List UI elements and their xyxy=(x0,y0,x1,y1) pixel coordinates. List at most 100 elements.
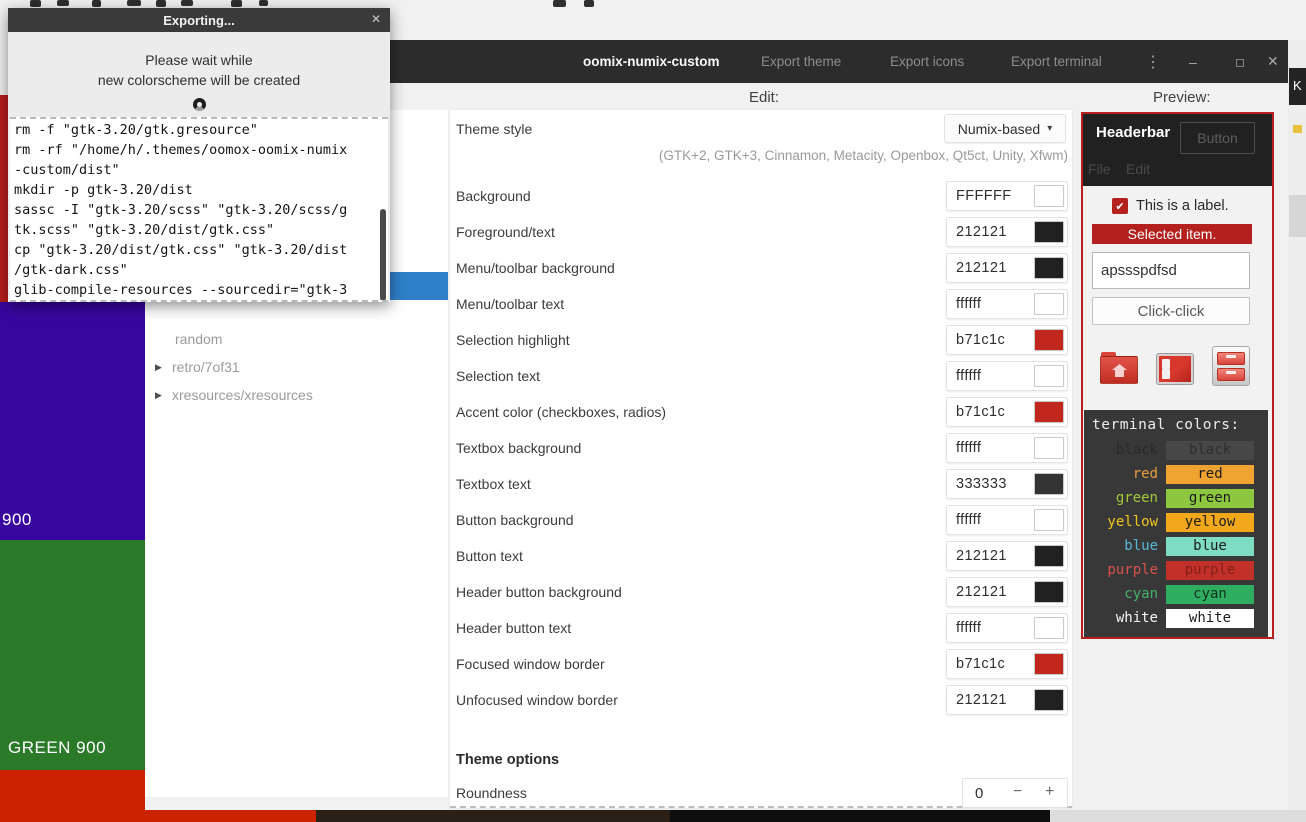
color-swatch[interactable] xyxy=(1034,581,1064,603)
color-swatch[interactable] xyxy=(1034,401,1064,423)
color-row: Selection highlight b71c1c xyxy=(450,325,1072,355)
expander-arrow-icon[interactable]: ▶ xyxy=(155,362,164,373)
color-row: Textbox background ffffff xyxy=(450,433,1072,463)
terminal-color-name: white xyxy=(1084,610,1166,626)
color-value-box[interactable]: ffffff xyxy=(946,505,1068,535)
color-swatch[interactable] xyxy=(1034,473,1064,495)
dialog-message-line1: Please wait while xyxy=(8,52,390,68)
color-value-box[interactable]: ffffff xyxy=(946,361,1068,391)
preview-menu-edit[interactable]: Edit xyxy=(1126,161,1150,177)
minus-icon[interactable]: − xyxy=(1013,783,1022,801)
maximize-icon[interactable]: ◻ xyxy=(1235,40,1245,83)
color-value-box[interactable]: 212121 xyxy=(946,577,1068,607)
color-value-box[interactable]: 212121 xyxy=(946,217,1068,247)
color-swatch[interactable] xyxy=(1034,545,1064,567)
palette-green-label: GREEN 900 xyxy=(8,738,106,758)
color-swatch[interactable] xyxy=(1034,437,1064,459)
terminal-color-row: blue blue xyxy=(1084,534,1268,558)
dialog-scrollbar[interactable] xyxy=(380,209,386,301)
preview-click-button[interactable]: Click-click xyxy=(1092,297,1250,325)
color-value-box[interactable]: FFFFFF xyxy=(946,181,1068,211)
theme-list-item[interactable]: random xyxy=(175,330,222,348)
color-swatch[interactable] xyxy=(1034,329,1064,351)
color-value-box[interactable]: 333333 xyxy=(946,469,1068,499)
color-hex-value: FFFFFF xyxy=(956,188,1012,204)
color-row-label: Foreground/text xyxy=(456,224,555,240)
color-swatch[interactable] xyxy=(1034,617,1064,639)
color-hex-value: ffffff xyxy=(956,512,981,528)
color-value-box[interactable]: 212121 xyxy=(946,541,1068,571)
terminal-color-row: white white xyxy=(1084,606,1268,630)
color-row: Menu/toolbar text ffffff xyxy=(450,289,1072,319)
close-icon[interactable]: ✕ xyxy=(371,12,381,26)
color-value-box[interactable]: ffffff xyxy=(946,289,1068,319)
color-row: Button background ffffff xyxy=(450,505,1072,535)
theme-list-item[interactable]: ▶ xresources/xresources xyxy=(155,386,313,404)
color-value-box[interactable]: ffffff xyxy=(946,433,1068,463)
color-swatch[interactable] xyxy=(1034,509,1064,531)
terminal-color-swatch: red xyxy=(1166,465,1254,484)
roundness-spinbox[interactable]: 0 − + xyxy=(962,778,1068,808)
terminal-color-swatch: blue xyxy=(1166,537,1254,556)
background-window-fragment xyxy=(57,0,69,6)
dialog-titlebar[interactable]: Exporting... ✕ xyxy=(8,8,390,32)
right-window-scrollbar[interactable] xyxy=(1289,195,1306,237)
home-folder-icon[interactable] xyxy=(1100,352,1138,385)
color-row-label: Menu/toolbar background xyxy=(456,260,615,276)
color-value-box[interactable]: b71c1c xyxy=(946,649,1068,679)
export-icons-button[interactable]: Export icons xyxy=(890,40,964,83)
color-row: Menu/toolbar background 212121 xyxy=(450,253,1072,283)
terminal-color-row: cyan cyan xyxy=(1084,582,1268,606)
color-swatch[interactable] xyxy=(1034,293,1064,315)
dialog-message-line2: new colorscheme will be created xyxy=(8,72,390,88)
color-row: Unfocused window border 212121 xyxy=(450,685,1072,715)
color-hex-value: 212121 xyxy=(956,260,1007,276)
color-value-box[interactable]: 212121 xyxy=(946,253,1068,283)
color-value-box[interactable]: b71c1c xyxy=(946,397,1068,427)
background-window-fragment xyxy=(584,0,594,7)
theme-item-label: random xyxy=(175,331,222,347)
export-theme-button[interactable]: Export theme xyxy=(761,40,841,83)
theme-style-dropdown[interactable]: Numix-based ▾ xyxy=(944,114,1066,143)
theme-list-item[interactable]: ▶ retro/7of31 xyxy=(155,358,240,376)
preview-headerbar-button[interactable]: Button xyxy=(1180,122,1255,154)
export-terminal-button[interactable]: Export terminal xyxy=(1011,40,1102,83)
color-swatch[interactable] xyxy=(1034,221,1064,243)
file-cabinet-icon[interactable] xyxy=(1212,346,1250,386)
terminal-color-swatch: black xyxy=(1166,441,1254,460)
color-swatch[interactable] xyxy=(1034,689,1064,711)
desktop-icon[interactable] xyxy=(1157,354,1193,384)
bottom-bar-dark xyxy=(316,810,670,822)
theme-style-label: Theme style xyxy=(456,121,532,137)
palette-green-block: GREEN 900 xyxy=(0,540,145,770)
expander-arrow-icon[interactable]: ▶ xyxy=(155,390,164,401)
color-value-box[interactable]: 212121 xyxy=(946,685,1068,715)
preview-text-input[interactable] xyxy=(1092,252,1250,289)
edit-heading: Edit: xyxy=(749,89,779,106)
color-hex-value: 212121 xyxy=(956,548,1007,564)
minimize-icon[interactable]: – xyxy=(1189,40,1197,83)
plus-icon[interactable]: + xyxy=(1045,783,1054,801)
preview-menu-file[interactable]: File xyxy=(1088,161,1111,177)
terminal-color-row: purple purple xyxy=(1084,558,1268,582)
color-swatch[interactable] xyxy=(1034,257,1064,279)
preview-selected-item[interactable]: Selected item. xyxy=(1092,224,1252,244)
color-value-box[interactable]: ffffff xyxy=(946,613,1068,643)
color-swatch[interactable] xyxy=(1034,653,1064,675)
menu-dots-icon[interactable]: ⋮ xyxy=(1145,40,1161,83)
color-value-box[interactable]: b71c1c xyxy=(946,325,1068,355)
terminal-color-name: red xyxy=(1084,466,1166,482)
window-title: oomix-numix-custom xyxy=(583,40,720,83)
color-hex-value: ffffff xyxy=(956,296,981,312)
color-hex-value: b71c1c xyxy=(956,404,1005,420)
close-icon[interactable]: ✕ xyxy=(1267,40,1279,83)
color-swatch[interactable] xyxy=(1034,365,1064,387)
color-hex-value: 212121 xyxy=(956,584,1007,600)
theme-options-header: Theme options xyxy=(456,752,559,768)
color-row-label: Textbox text xyxy=(456,476,531,492)
terminal-color-name: blue xyxy=(1084,538,1166,554)
color-swatch[interactable] xyxy=(1034,185,1064,207)
color-hex-value: ffffff xyxy=(956,440,981,456)
preview-checkbox[interactable]: ✔ xyxy=(1112,198,1128,214)
theme-style-value: Numix-based xyxy=(958,121,1040,137)
